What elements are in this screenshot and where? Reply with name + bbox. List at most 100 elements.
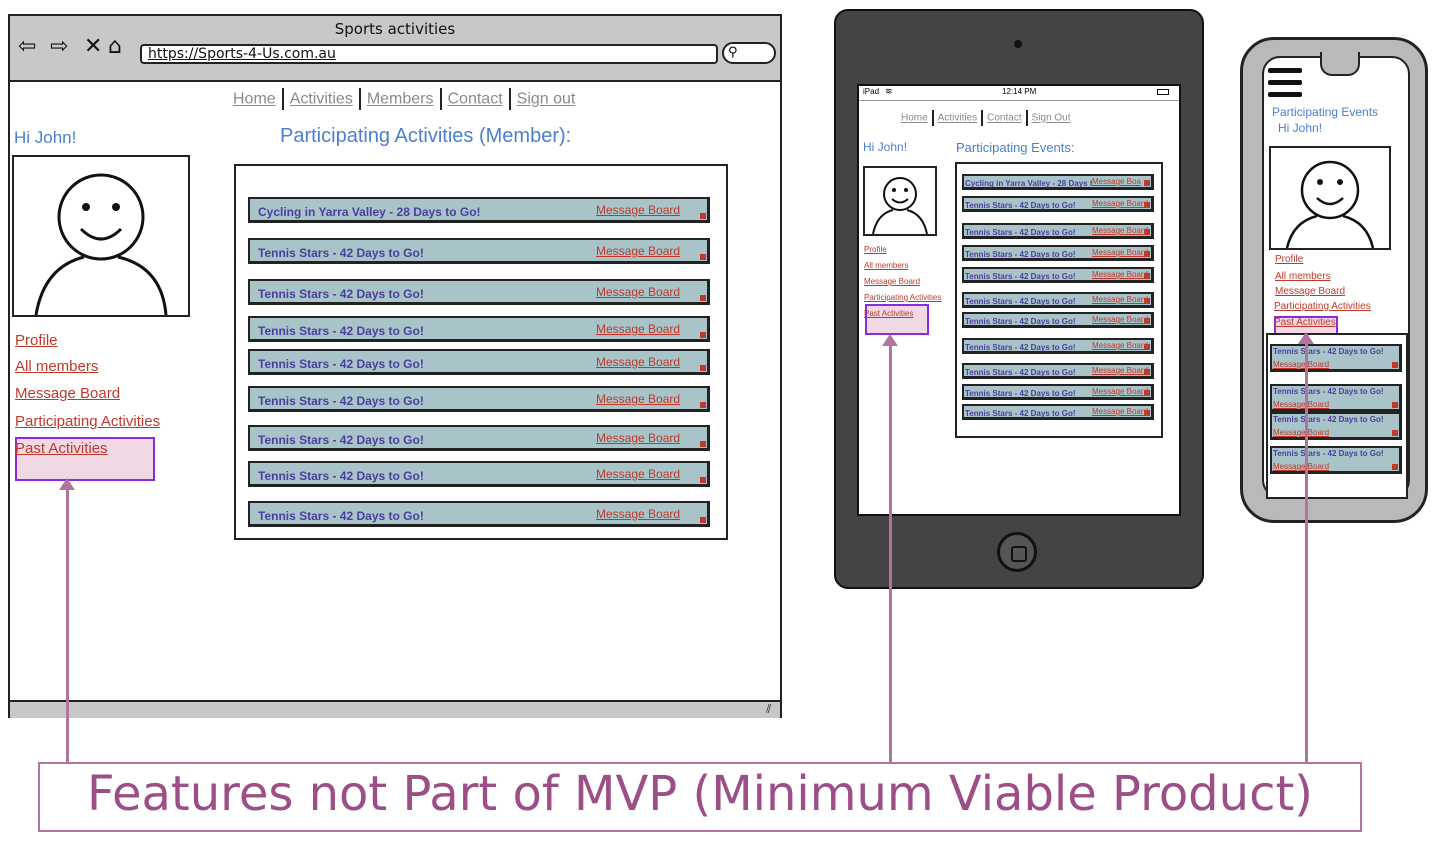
message-board-link[interactable]: Message Board — [1273, 400, 1329, 409]
message-board-link[interactable]: Message Board — [596, 355, 680, 369]
activity-row[interactable]: Cycling in Yarra Valley - 28 Days to Go!… — [248, 197, 710, 223]
avatar — [1269, 146, 1391, 250]
activity-name: Tennis Stars - 42 Days to Go! — [1273, 347, 1384, 356]
sidebar-item-message-board[interactable]: Message Board — [15, 385, 120, 402]
message-board-link[interactable]: Message Boa — [1092, 177, 1141, 186]
activity-row[interactable]: Tennis Stars - 42 Days to Go! Message Boa… — [962, 267, 1154, 283]
sidebar-item-all-members[interactable]: All members — [15, 358, 98, 375]
message-board-link[interactable]: Message Board — [596, 244, 680, 258]
browser-toolbar: Sports activities ⇦ ⇨ ✕ ⌂ https://Sports… — [10, 16, 780, 82]
home-icon[interactable]: ⌂ — [108, 34, 122, 60]
activity-row[interactable]: Tennis Stars - 42 Days to Go! Message Boa… — [248, 501, 710, 527]
sidebar-item-past-activities[interactable]: Past Activities — [15, 440, 108, 457]
url-bar[interactable]: https://Sports-4-Us.com.au — [140, 44, 718, 64]
nav-contact-link[interactable]: Contact — [987, 113, 1021, 124]
message-board-link[interactable]: Message Board — [1092, 199, 1148, 208]
message-board-link[interactable]: Message Board — [1273, 360, 1329, 369]
sidebar-item-message-board[interactable]: Message Board — [864, 277, 920, 286]
message-board-link[interactable]: Message Board — [596, 392, 680, 406]
message-board-link[interactable]: Message Board — [1092, 407, 1148, 416]
activity-row[interactable]: Tennis Stars - 42 Days to Go! Message Boa… — [962, 223, 1154, 239]
nav-separator — [931, 110, 934, 126]
arrow-head-icon — [1298, 332, 1314, 344]
activity-row[interactable]: Tennis Stars - 42 Days to Go! Message Boa… — [248, 349, 710, 375]
activity-row[interactable]: Tennis Stars - 42 Days to Go! Message Boa… — [962, 292, 1154, 308]
activity-row[interactable]: Tennis Stars - 42 Days to Go! Message Boa… — [248, 386, 710, 412]
message-board-link[interactable]: Message Board — [1092, 226, 1148, 235]
activity-row[interactable]: Tennis Stars - 42 Days to Go! Message Boa… — [962, 196, 1154, 212]
message-board-link[interactable]: Message Board — [1092, 315, 1148, 324]
message-board-link[interactable]: Message Board — [596, 507, 680, 521]
activity-row[interactable]: Tennis Stars - 42 Days to Go! Message Boa… — [962, 245, 1154, 261]
hamburger-menu-icon[interactable] — [1268, 80, 1302, 85]
sidebar-item-participating-activities[interactable]: Participating Activities — [15, 413, 160, 430]
sidebar-item-profile[interactable]: Profile — [1275, 254, 1303, 265]
close-icon[interactable]: ✕ — [84, 34, 102, 60]
message-board-link[interactable]: Message Board — [1273, 462, 1329, 471]
activity-row[interactable]: Tennis Stars - 42 Days to Go! Message Boa… — [248, 425, 710, 451]
nav-contact-link[interactable]: Contact — [448, 91, 503, 108]
activity-name: Cycling in Yarra Valley - 28 Days t — [965, 179, 1093, 188]
sidebar-item-message-board[interactable]: Message Board — [1275, 286, 1345, 297]
message-board-link[interactable]: Message Board — [1092, 248, 1148, 257]
message-board-link[interactable]: Message Board — [596, 322, 680, 336]
resize-grip-icon[interactable]: ⫽ — [766, 702, 771, 717]
activity-row[interactable]: Tennis Stars - 42 Days to Go! Message Boa… — [962, 363, 1154, 379]
activity-row[interactable]: Tennis Stars - 42 Days to Go! Message Boa… — [248, 316, 710, 342]
message-board-link[interactable]: Message Board — [596, 285, 680, 299]
nav-activities-link[interactable]: Activities — [290, 91, 353, 108]
activity-name: Tennis Stars - 42 Days to Go! — [965, 272, 1076, 281]
activity-name: Tennis Stars - 42 Days to Go! — [258, 509, 424, 523]
activity-row[interactable]: Tennis Stars - 42 Days to Go! Message Boa… — [248, 279, 710, 305]
activity-row[interactable]: Tennis Stars - 42 Days to Go! Message Boa… — [1270, 412, 1402, 440]
activity-row[interactable]: Tennis Stars - 42 Days to Go! Message Boa… — [1270, 446, 1402, 474]
hamburger-menu-icon[interactable] — [1268, 68, 1302, 73]
tablet-top-nav: Home Activities Contact Sign Out — [901, 110, 1071, 126]
resize-corner-icon — [700, 441, 706, 447]
avatar — [863, 166, 937, 236]
message-board-link[interactable]: Message Board — [1092, 295, 1148, 304]
status-device-label: iPad — [863, 87, 880, 96]
hamburger-menu-icon[interactable] — [1268, 92, 1302, 97]
resize-corner-icon — [700, 332, 706, 338]
sidebar-item-profile[interactable]: Profile — [15, 332, 58, 349]
activity-row[interactable]: Tennis Stars - 42 Days to Go! Message Boa… — [962, 312, 1154, 328]
message-board-link[interactable]: Message Board — [1092, 366, 1148, 375]
sidebar-item-past-activities[interactable]: Past Activities — [864, 309, 913, 318]
message-board-link[interactable]: Message Board — [1092, 387, 1148, 396]
message-board-link[interactable]: Message Board — [1273, 428, 1329, 437]
message-board-link[interactable]: Message Board — [596, 467, 680, 481]
activity-row[interactable]: Tennis Stars - 42 Days to Go! Message Boa… — [1270, 384, 1402, 412]
message-board-link[interactable]: Message Board — [596, 431, 680, 445]
sidebar-item-participating-activities[interactable]: Participating Activities — [864, 293, 941, 302]
message-board-link[interactable]: Message Board — [596, 203, 680, 217]
message-board-link[interactable]: Message Board — [1092, 270, 1148, 279]
message-board-link[interactable]: Message Board — [1092, 341, 1148, 350]
activity-row[interactable]: Tennis Stars - 42 Days to Go! Message Boa… — [1270, 344, 1402, 372]
sidebar-item-participating-activities[interactable]: Participating Activities — [1274, 301, 1371, 312]
search-button[interactable]: ⚲ — [722, 42, 776, 64]
nav-home-link[interactable]: Home — [233, 91, 276, 108]
nav-members-link[interactable]: Members — [367, 91, 434, 108]
activity-row[interactable]: Tennis Stars - 42 Days to Go! Message Boa… — [248, 461, 710, 487]
avatar-face-icon — [872, 177, 928, 235]
sidebar-item-all-members[interactable]: All members — [864, 261, 908, 270]
activity-row[interactable]: Cycling in Yarra Valley - 28 Days t Messa… — [962, 174, 1154, 190]
sidebar-item-all-members[interactable]: All members — [1275, 271, 1331, 282]
forward-arrow-icon[interactable]: ⇨ — [50, 34, 68, 60]
sidebar-item-past-activities[interactable]: Past Activities — [1274, 317, 1336, 328]
nav-signout-link[interactable]: Sign out — [517, 91, 576, 108]
tablet-home-button[interactable] — [997, 532, 1037, 572]
nav-signout-link[interactable]: Sign Out — [1032, 113, 1071, 124]
nav-activities-link[interactable]: Activities — [938, 113, 977, 124]
activity-row[interactable]: Tennis Stars - 42 Days to Go! Message Boa… — [962, 404, 1154, 420]
resize-corner-icon — [1144, 369, 1150, 375]
arrow-head-icon — [882, 334, 898, 346]
activity-row[interactable]: Tennis Stars - 42 Days to Go! Message Boa… — [962, 384, 1154, 400]
back-arrow-icon[interactable]: ⇦ — [18, 34, 36, 60]
activity-row[interactable]: Tennis Stars - 42 Days to Go! Message Boa… — [248, 238, 710, 264]
activity-row[interactable]: Tennis Stars - 42 Days to Go! Message Boa… — [962, 338, 1154, 354]
sidebar-item-profile[interactable]: Profile — [864, 245, 887, 254]
nav-home-link[interactable]: Home — [901, 113, 928, 124]
resize-corner-icon — [700, 213, 706, 219]
